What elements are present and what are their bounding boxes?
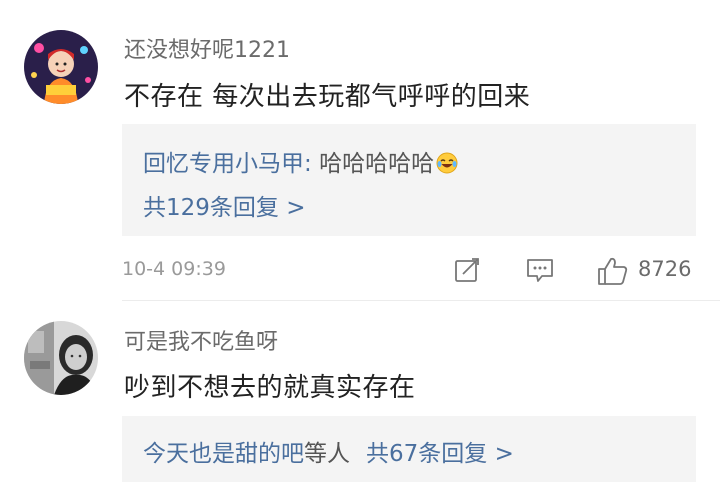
reply-text: 哈哈哈哈哈 [319, 151, 435, 177]
like-count: 8726 [638, 257, 692, 281]
reply-text: 等人 [304, 441, 350, 467]
reply-preview-line: 回忆专用小马甲: 哈哈哈哈哈 [143, 144, 458, 178]
reply-separator: : [304, 151, 320, 177]
comment-item: 还没想好呢1221 不存在 每次出去玩都气呼呼的回来 回忆专用小马甲: 哈哈哈哈… [0, 0, 720, 300]
comment-icon[interactable] [524, 255, 556, 289]
timestamp: 10-4 09:39 [122, 258, 226, 280]
like-icon[interactable] [596, 255, 630, 291]
comment-meta-bar: 10-4 09:39 8726 [122, 255, 696, 285]
reply-preview-box[interactable]: 今天也是甜的吧等人 共67条回复 > [122, 416, 696, 482]
reply-preview-line: 今天也是甜的吧等人 共67条回复 > [143, 434, 514, 468]
comment-text: 吵到不想去的就真实存在 [124, 373, 416, 403]
avatar[interactable] [24, 321, 98, 395]
username[interactable]: 可是我不吃鱼呀 [124, 324, 278, 356]
reply-count-link[interactable]: 共67条回复 > [366, 441, 514, 467]
laugh-cry-emoji-icon [436, 152, 458, 174]
comment-item: 可是我不吃鱼呀 吵到不想去的就真实存在 今天也是甜的吧等人 共67条回复 > [0, 301, 720, 494]
avatar[interactable] [24, 30, 98, 104]
comment-text: 不存在 每次出去玩都气呼呼的回来 [124, 82, 531, 112]
reply-count-link[interactable]: 共129条回复 > [143, 188, 305, 222]
reply-preview-box[interactable]: 回忆专用小马甲: 哈哈哈哈哈 共129条回复 > [122, 124, 696, 236]
reply-author[interactable]: 今天也是甜的吧 [143, 441, 304, 467]
share-icon[interactable] [452, 255, 482, 289]
username[interactable]: 还没想好呢1221 [124, 32, 290, 64]
reply-author[interactable]: 回忆专用小马甲 [143, 151, 304, 177]
